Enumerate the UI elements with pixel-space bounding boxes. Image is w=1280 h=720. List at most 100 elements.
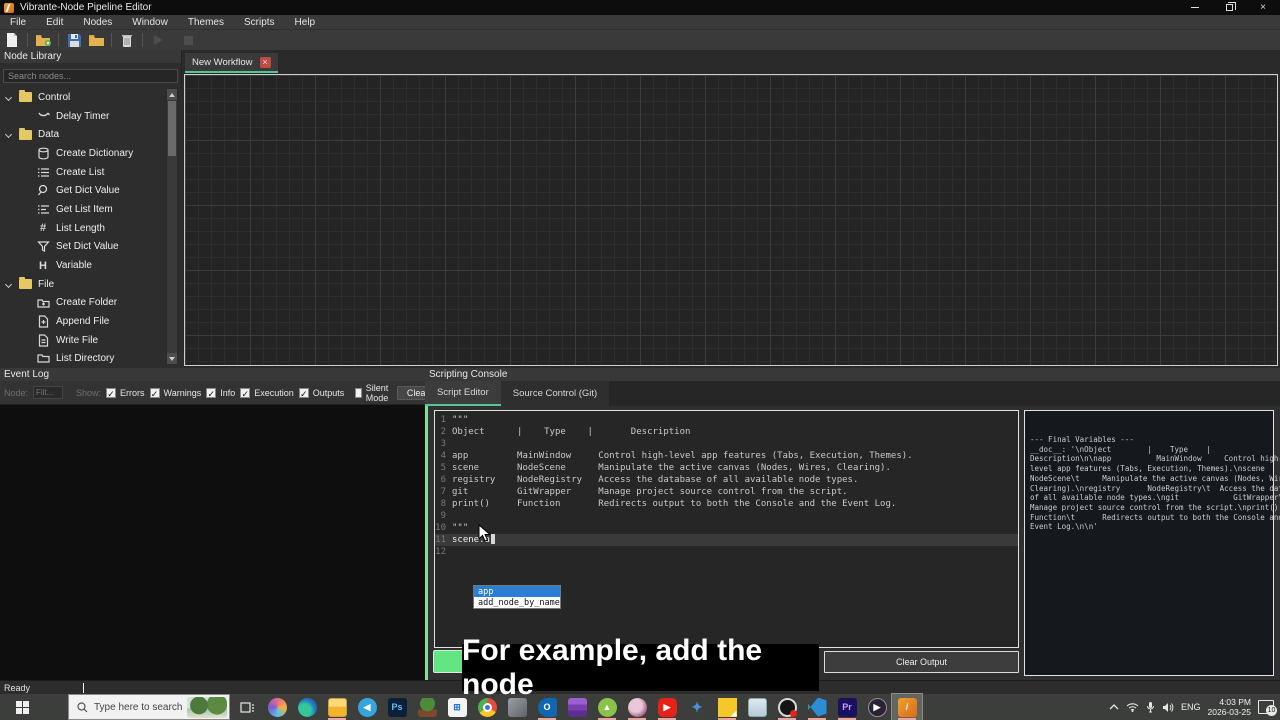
new-file-button[interactable] <box>3 32 21 48</box>
checkbox-label: Outputs <box>312 387 345 398</box>
tree-group-label: Control <box>38 91 71 103</box>
taskbar-telegram[interactable]: ◀ <box>352 694 382 720</box>
timer-icon <box>36 109 50 123</box>
tree-item-variable[interactable]: H Variable <box>0 256 182 275</box>
taskbar-photoshop[interactable]: Ps <box>382 694 412 720</box>
tree-item-get-dict-value[interactable]: Get Dict Value <box>0 181 182 200</box>
tree-item-list-length[interactable]: # List Length <box>0 219 182 238</box>
delete-button[interactable] <box>118 32 136 48</box>
checkbox-warnings[interactable]: ✓ Warnings <box>149 387 201 399</box>
wifi-icon[interactable] <box>1126 702 1139 712</box>
checkbox-icon: ✓ <box>240 387 251 399</box>
media-player-icon: ▶ <box>867 697 887 717</box>
search-highlight-image[interactable] <box>187 697 227 718</box>
mouse-cursor <box>478 524 491 542</box>
event-log-panel: Event Log Node: Show: ✓Errors ✓Warnings … <box>0 368 439 680</box>
checkbox-label: Info <box>220 387 236 398</box>
tab-label: New Workflow <box>192 56 253 68</box>
save-button[interactable] <box>65 32 83 48</box>
toolbar-separator <box>111 33 112 47</box>
stop-icon <box>183 35 193 45</box>
scroll-down-button[interactable] <box>167 353 177 364</box>
notification-center-button[interactable]: 10 <box>1258 700 1277 716</box>
clear-output-button[interactable]: Clear Output <box>824 651 1019 673</box>
tree-item-create-folder[interactable]: Create Folder <box>0 294 182 313</box>
checkbox-outputs[interactable]: ✓ Outputs <box>298 387 345 399</box>
speaker-icon[interactable] <box>1162 702 1174 713</box>
code-editor[interactable]: 1 """ 2 Object | Type | Description 3 4 app… <box>434 410 1019 648</box>
telegram-icon: ◀ <box>357 697 377 717</box>
taskbar-media-player[interactable]: ▶ <box>862 694 892 720</box>
tab-source-control[interactable]: Source Control (Git) <box>500 381 610 406</box>
checkbox-info[interactable]: ✓ Info <box>206 387 236 399</box>
tree-item-set-dict-value[interactable]: Set Dict Value <box>0 238 182 257</box>
tree-item-label: Set Dict Value <box>56 241 119 253</box>
filter-input[interactable] <box>33 386 64 399</box>
windows-logo-icon <box>15 700 29 714</box>
menu-window[interactable]: Window <box>122 15 178 30</box>
menu-nodes[interactable]: Nodes <box>73 15 122 30</box>
menu-file[interactable]: File <box>0 15 36 30</box>
task-view-button[interactable] <box>232 694 262 720</box>
search-input[interactable] <box>3 69 178 83</box>
language-indicator[interactable]: ENG <box>1181 702 1201 712</box>
database-icon <box>36 146 50 160</box>
scroll-up-button[interactable] <box>167 89 177 100</box>
checkbox-errors[interactable]: ✓ Errors <box>106 387 145 399</box>
new-file-icon <box>7 33 17 47</box>
checkbox-execution[interactable]: ✓ Execution <box>240 387 294 399</box>
clock[interactable]: 4:03 PM 2026-03-25 <box>1208 697 1251 717</box>
tree-item-create-list[interactable]: Create List <box>0 163 182 182</box>
tree-group-file[interactable]: File <box>0 275 182 294</box>
tree-group-control[interactable]: Control <box>0 88 182 107</box>
node-library-title: Node Library <box>0 50 181 63</box>
play-icon <box>154 35 163 45</box>
tree-item-write-file[interactable]: Write File <box>0 331 182 350</box>
stop-pipeline-button[interactable] <box>179 32 197 48</box>
tree-item-append-file[interactable]: Append File <box>0 312 182 331</box>
console-output-panel: --- Final Variables --- __doc__: '\nObje… <box>1024 410 1280 676</box>
autocomplete-item-add-node-by-name[interactable]: add_node_by_name <box>474 597 560 608</box>
tree-item-delay-timer[interactable]: Delay Timer <box>0 107 182 126</box>
microphone-icon[interactable] <box>1146 701 1155 713</box>
tree-item-list-directory[interactable]: List Directory <box>0 350 182 368</box>
canvas-area: New Workflow × <box>183 50 1280 368</box>
tab-new-workflow[interactable]: New Workflow × <box>185 53 278 73</box>
console-output-text: --- Final Variables --- __doc__: '\nObje… <box>1030 435 1280 532</box>
tray-expand-button[interactable] <box>1109 703 1119 711</box>
pipeline-editor-icon: / <box>897 697 917 717</box>
taskbar-file-explorer[interactable] <box>322 694 352 720</box>
open-project-button[interactable] <box>34 32 52 48</box>
tab-script-editor[interactable]: Script Editor <box>425 381 501 406</box>
tree-item-get-list-item[interactable]: Get List Item <box>0 200 182 219</box>
event-log-toolbar: Node: Show: ✓Errors ✓Warnings ✓Info ✓Exe… <box>0 381 439 405</box>
autocomplete-item-app[interactable]: app <box>474 586 560 597</box>
minimize-button[interactable] <box>1178 0 1212 15</box>
list-icon <box>36 165 50 179</box>
tree-item-create-dictionary[interactable]: Create Dictionary <box>0 144 182 163</box>
photoshop-icon: Ps <box>387 697 407 717</box>
open-folder-button[interactable] <box>87 32 105 48</box>
node-canvas[interactable] <box>184 74 1278 366</box>
taskbar-bonsai-app[interactable] <box>412 694 442 720</box>
taskbar-premiere[interactable]: Pr <box>832 694 862 720</box>
search-placeholder: Type here to search <box>94 701 183 713</box>
taskbar-search[interactable]: Type here to search <box>68 694 230 720</box>
menu-themes[interactable]: Themes <box>178 15 234 30</box>
taskbar-pipeline-editor[interactable]: / <box>891 693 923 720</box>
close-button[interactable]: × <box>1246 0 1280 15</box>
scrollbar-thumb[interactable] <box>168 101 176 156</box>
menu-help[interactable]: Help <box>285 15 326 30</box>
tree-group-data[interactable]: Data <box>0 125 182 144</box>
taskbar-edge[interactable] <box>292 694 322 720</box>
tab-close-icon[interactable]: × <box>259 56 271 68</box>
checkbox-silent-mode[interactable]: Silent Mode <box>355 383 392 403</box>
chevron-down-icon <box>4 131 13 139</box>
taskbar-copilot[interactable] <box>262 694 292 720</box>
tree-scrollbar[interactable] <box>166 88 178 365</box>
restore-button[interactable] <box>1212 0 1246 15</box>
menu-scripts[interactable]: Scripts <box>234 15 285 30</box>
run-pipeline-button[interactable] <box>149 32 167 48</box>
menu-edit[interactable]: Edit <box>36 15 73 30</box>
start-button[interactable] <box>0 694 44 720</box>
